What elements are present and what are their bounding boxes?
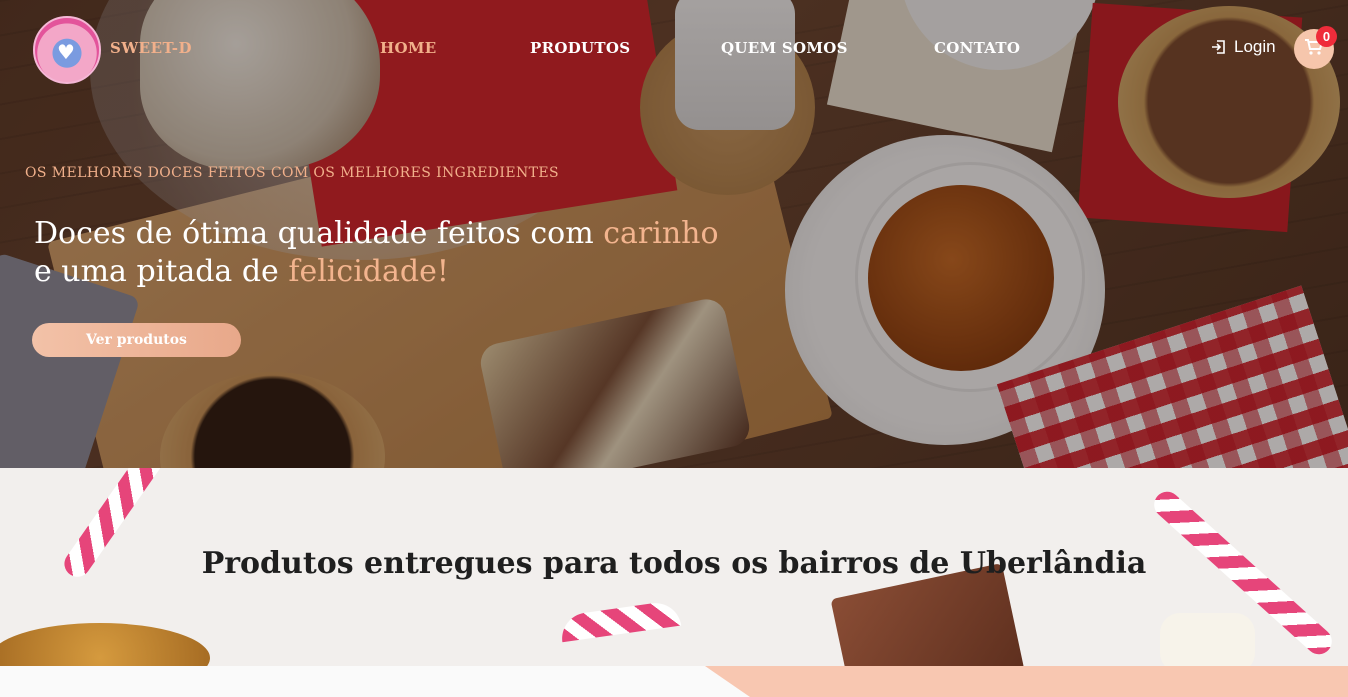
candy-cane-image [558, 599, 682, 643]
marshmallow-image [1160, 613, 1255, 666]
hero-banner: ♥ SWEET-D HOME PRODUTOS QUEM SOMOS CONTA… [0, 0, 1348, 468]
next-section-preview [0, 666, 1348, 697]
headline-accent: carinho [603, 216, 719, 251]
hero-headline: Doces de ótima qualidade feitos com cari… [34, 215, 734, 291]
login-label: Login [1234, 37, 1276, 56]
nav-produtos[interactable]: PRODUTOS [530, 39, 630, 57]
nav-quem-somos[interactable]: QUEM SOMOS [721, 39, 848, 57]
headline-accent: felicidade! [288, 254, 449, 289]
headline-text: e uma pitada de [34, 254, 289, 289]
hero-eyebrow: OS MELHORES DOCES FEITOS COM OS MELHORES… [25, 165, 559, 181]
login-link[interactable]: Login [1210, 37, 1276, 57]
accent-shape [705, 666, 1348, 697]
brand-name[interactable]: SWEET-D [110, 39, 192, 57]
croissant-image [0, 623, 210, 666]
delivery-title: Produtos entregues para todos os bairros… [201, 546, 1147, 581]
logo-mark-icon: ♥ [57, 40, 75, 64]
nav-home[interactable]: HOME [380, 39, 436, 57]
login-icon [1210, 38, 1228, 56]
cart-count-badge: 0 [1316, 26, 1337, 47]
nav-contato[interactable]: CONTATO [934, 39, 1020, 57]
view-products-button[interactable]: Ver produtos [32, 323, 241, 357]
headline-text: Doces de ótima qualidade feitos com [34, 216, 604, 251]
logo[interactable]: ♥ [33, 16, 101, 84]
delivery-banner: Produtos entregues para todos os bairros… [0, 468, 1348, 666]
